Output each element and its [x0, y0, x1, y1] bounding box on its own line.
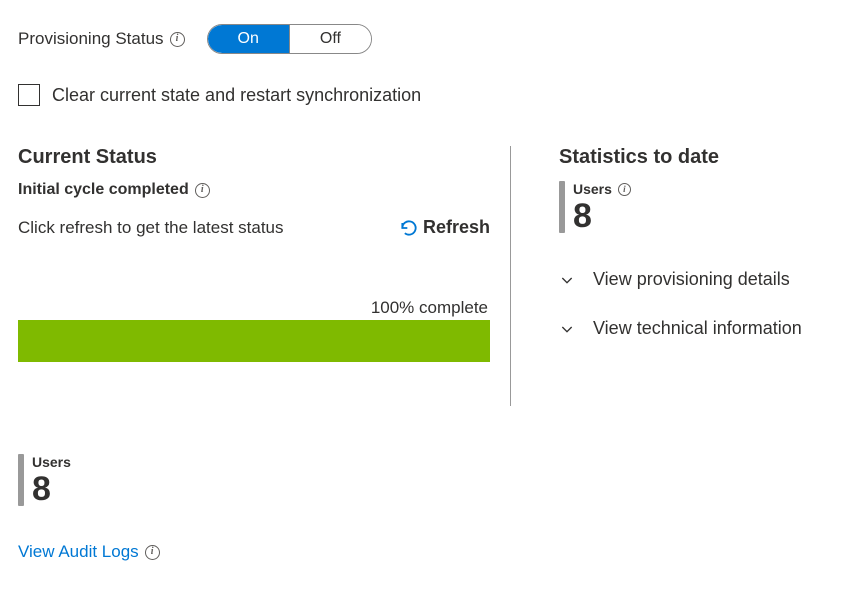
- refresh-icon: [399, 218, 419, 238]
- info-icon[interactable]: i: [618, 183, 631, 196]
- stat-block-users: Users i 8: [559, 181, 802, 233]
- info-icon[interactable]: i: [195, 183, 210, 198]
- current-status-title: Current Status: [18, 146, 490, 169]
- refresh-label: Refresh: [423, 217, 490, 238]
- stat-accent-bar: [559, 181, 565, 233]
- provisioning-status-label: Provisioning Status: [18, 29, 164, 49]
- stat-users-label: Users: [573, 181, 612, 197]
- initial-cycle-label: Initial cycle completed: [18, 181, 189, 199]
- refresh-button[interactable]: Refresh: [399, 217, 490, 238]
- stat-users-label-bottom: Users: [32, 454, 71, 470]
- stat-users-count: 8: [573, 199, 631, 233]
- chevron-down-icon: [559, 272, 575, 288]
- status-help-text: Click refresh to get the latest status: [18, 218, 284, 238]
- expand-label: View technical information: [593, 318, 802, 339]
- stat-users-count-bottom: 8: [32, 472, 71, 506]
- chevron-down-icon: [559, 321, 575, 337]
- info-icon[interactable]: i: [145, 545, 160, 560]
- info-icon[interactable]: i: [170, 32, 185, 47]
- statistics-title: Statistics to date: [559, 146, 802, 169]
- clear-state-checkbox-row[interactable]: Clear current state and restart synchron…: [18, 84, 826, 106]
- view-technical-information[interactable]: View technical information: [559, 318, 802, 339]
- provisioning-toggle[interactable]: On Off: [207, 24, 372, 54]
- checkbox-icon[interactable]: [18, 84, 40, 106]
- checkbox-label: Clear current state and restart synchron…: [52, 85, 421, 106]
- view-provisioning-details[interactable]: View provisioning details: [559, 269, 802, 290]
- toggle-off[interactable]: Off: [290, 25, 371, 53]
- complete-text: 100% complete: [18, 298, 490, 318]
- expand-label: View provisioning details: [593, 269, 790, 290]
- stat-accent-bar: [18, 454, 24, 506]
- progress-bar: [18, 320, 490, 362]
- toggle-on[interactable]: On: [208, 25, 290, 53]
- stat-block-users-bottom: Users 8: [18, 454, 826, 506]
- view-audit-logs-link[interactable]: View Audit Logs: [18, 542, 139, 562]
